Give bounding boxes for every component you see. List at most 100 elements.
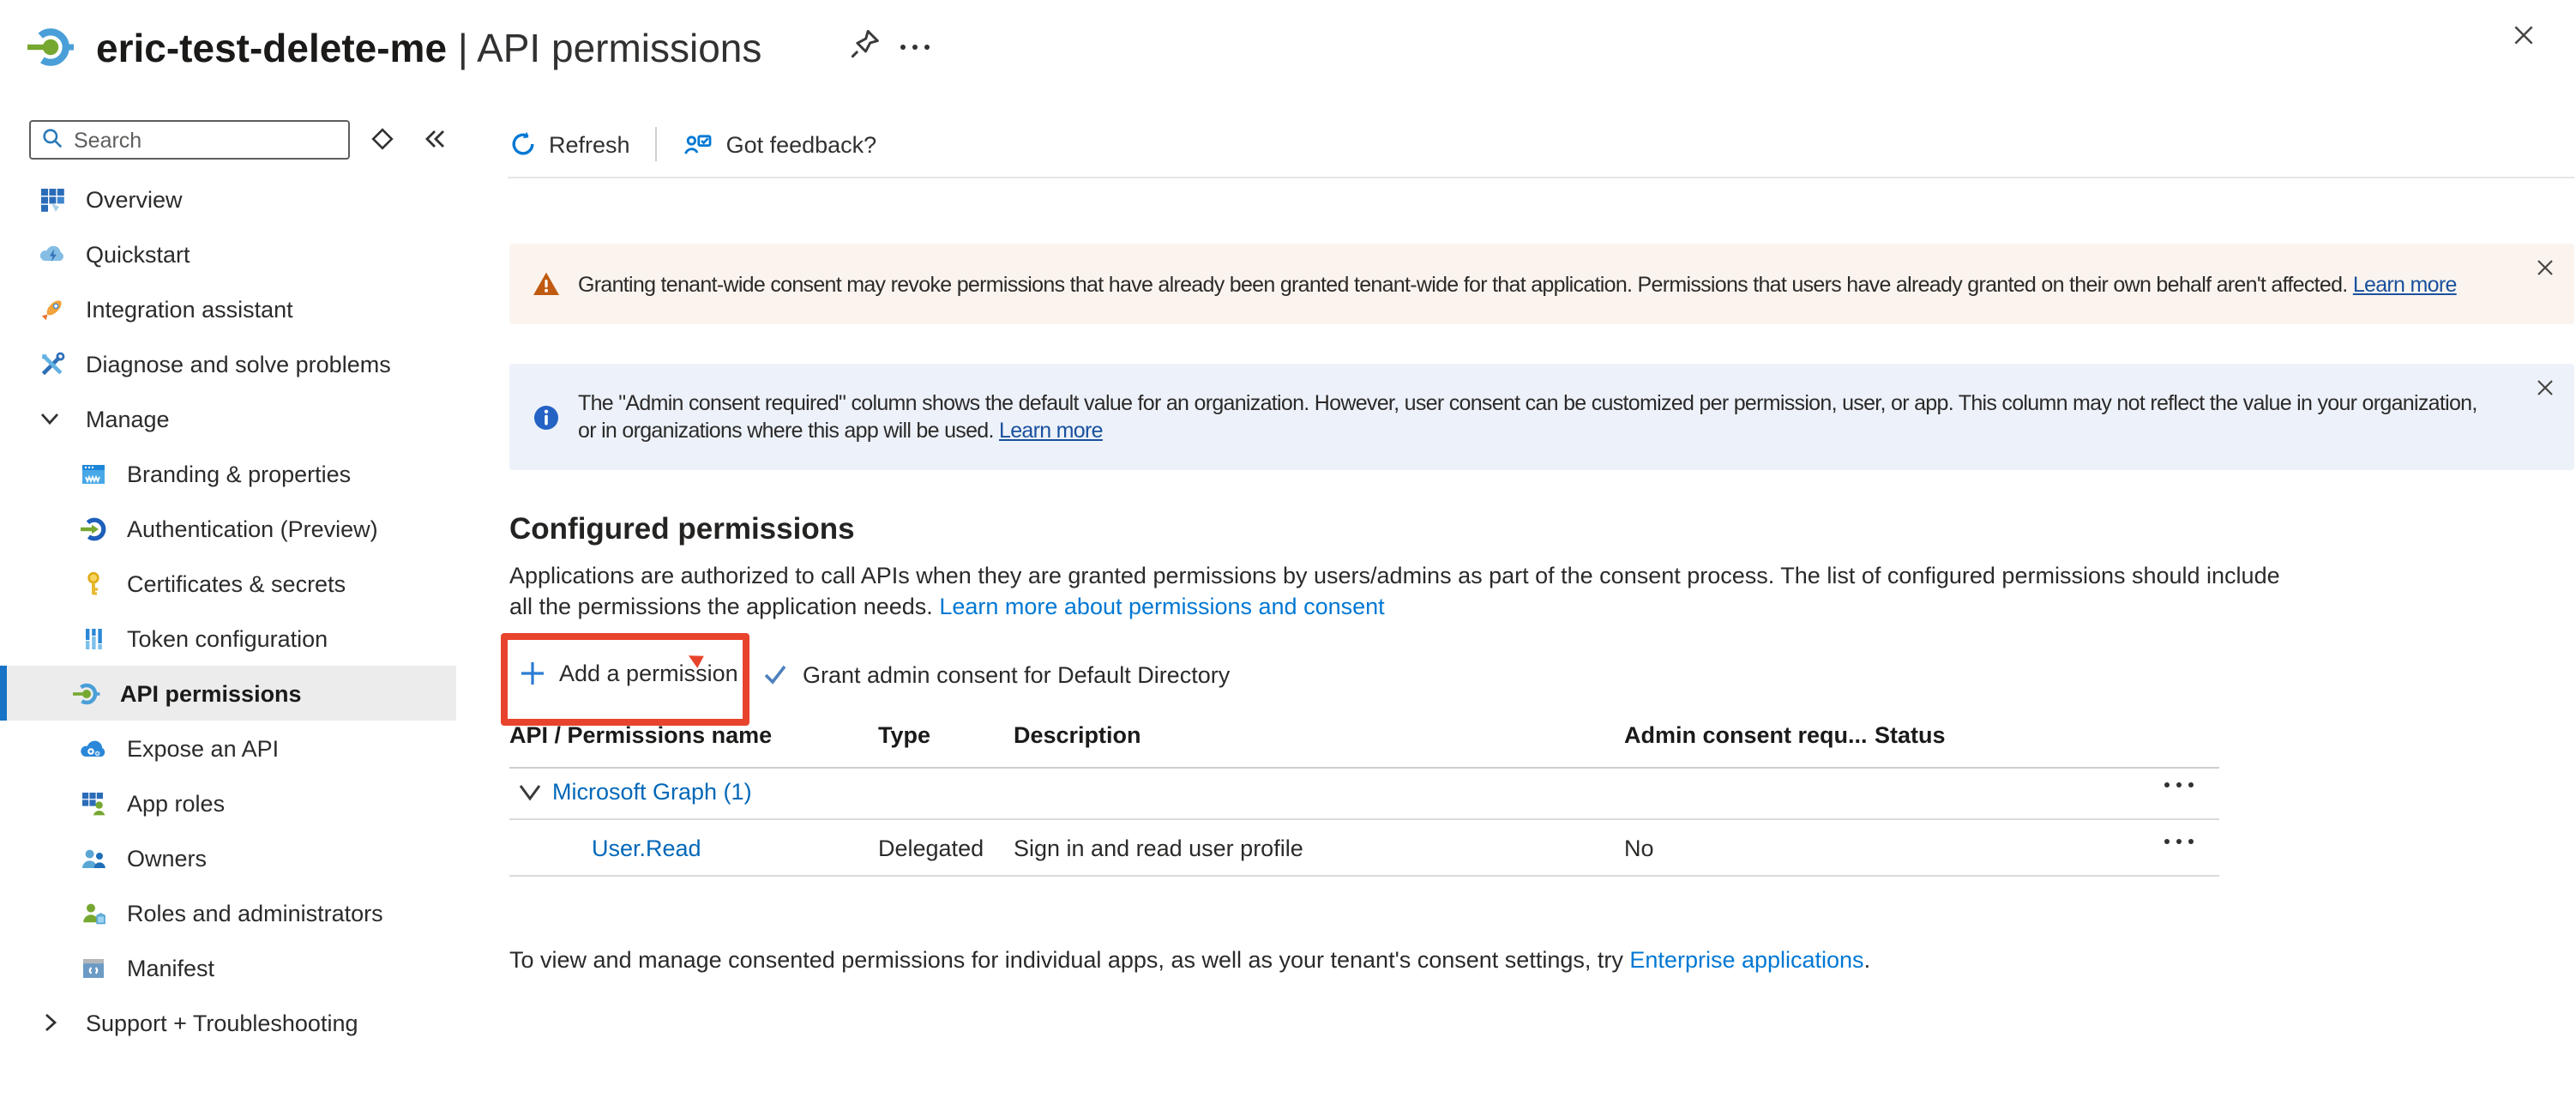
sidebar-item-label: Token configuration <box>127 625 328 651</box>
rocket-icon <box>38 294 67 323</box>
key-icon <box>79 569 108 598</box>
enterprise-applications-link[interactable]: Enterprise applications <box>1629 947 1863 973</box>
feedback-label: Got feedback? <box>726 131 877 157</box>
warning-banner: Granting tenant-wide consent may revoke … <box>509 244 2574 324</box>
section-title: Configured permissions <box>509 511 855 547</box>
cloud-gear-icon <box>79 733 108 763</box>
sidebar-item-app-roles[interactable]: App roles <box>0 775 480 830</box>
api-permissions-app-icon <box>27 24 74 70</box>
toolbar-bottom-divider <box>508 177 2574 178</box>
warning-text: Granting tenant-wide consent may revoke … <box>578 272 2348 296</box>
sidebar-item-integration-assistant[interactable]: Integration assistant <box>0 281 480 336</box>
permission-type-cell: Delegated <box>878 836 984 861</box>
sidebar-item-api-permissions[interactable]: API permissions <box>0 666 456 721</box>
sidebar-item-label: Manifest <box>127 955 214 980</box>
title-separator: | <box>447 26 477 70</box>
sidebar-item-roles-administrators[interactable]: Roles and administrators <box>0 885 480 940</box>
warning-close-icon[interactable] <box>2535 257 2555 278</box>
warning-triangle-icon <box>532 269 561 299</box>
sidebar-item-quickstart[interactable]: Quickstart <box>0 226 480 281</box>
warning-learn-more-link[interactable]: Learn more <box>2353 272 2457 296</box>
sliders-icon <box>79 624 108 653</box>
sidebar-item-label: Authentication (Preview) <box>127 516 378 541</box>
check-icon <box>761 661 789 688</box>
sidebar: Overview Quickstart <box>0 96 480 1098</box>
sidebar-item-label: Branding & properties <box>127 461 351 486</box>
grant-admin-consent-label: Grant admin consent for Default Director… <box>803 661 1230 687</box>
refresh-icon <box>509 130 537 158</box>
grant-admin-consent-button[interactable]: Grant admin consent for Default Director… <box>761 661 1230 688</box>
grid-person-icon <box>79 788 108 817</box>
footer-suffix: . <box>1864 947 1871 973</box>
sidebar-item-token-configuration[interactable]: Token configuration <box>0 611 480 666</box>
sidebar-search <box>29 120 350 160</box>
expand-group-chevron-icon[interactable] <box>518 782 542 803</box>
pin-icon[interactable] <box>847 26 883 62</box>
admin-consent-required-cell: No <box>1624 836 1654 861</box>
footer-note: To view and manage consented permissions… <box>509 947 1870 973</box>
info-banner-text: The "Admin consent required" column show… <box>578 389 2477 444</box>
warning-banner-text: Granting tenant-wide consent may revoke … <box>578 270 2457 298</box>
tools-icon <box>38 349 67 378</box>
sidebar-item-branding-properties[interactable]: Branding & properties <box>0 446 480 501</box>
column-header-type[interactable]: Type <box>878 722 930 748</box>
add-permission-label: Add a permission <box>559 661 738 686</box>
sidebar-item-manifest[interactable]: Manifest <box>0 940 480 995</box>
quickstart-icon <box>38 239 67 268</box>
sidebar-item-authentication[interactable]: Authentication (Preview) <box>0 501 480 556</box>
sidebar-item-label: Expose an API <box>127 735 279 761</box>
feedback-button[interactable]: Got feedback? <box>683 130 877 158</box>
expand-collapse-diamond-icon[interactable] <box>369 125 396 153</box>
group-row-more-options-icon[interactable] <box>2158 775 2200 794</box>
table-bottom-divider <box>509 875 2219 877</box>
sidebar-item-expose-an-api[interactable]: Expose an API <box>0 721 480 775</box>
info-close-icon[interactable] <box>2535 377 2555 398</box>
app-name: eric-test-delete-me <box>96 26 447 70</box>
sidebar-item-owners[interactable]: Owners <box>0 830 480 885</box>
column-header-admin-consent-required[interactable]: Admin consent requ... <box>1624 722 1868 748</box>
add-permission-button[interactable]: Add a permission <box>520 661 738 686</box>
permission-row-more-options-icon[interactable] <box>2158 832 2200 851</box>
sidebar-item-label: Integration assistant <box>86 296 293 322</box>
api-permissions-icon <box>72 679 101 708</box>
info-learn-more-link[interactable]: Learn more <box>999 419 1103 443</box>
browser-www-icon <box>79 459 108 488</box>
sidebar-item-label: API permissions <box>120 680 302 706</box>
page-title: eric-test-delete-me | API permissions <box>96 22 761 74</box>
info-banner: The "Admin consent required" column show… <box>509 364 2574 470</box>
feedback-icon <box>683 130 714 158</box>
sidebar-group-manage[interactable]: Manage <box>0 391 480 446</box>
table-row-divider <box>509 818 2219 820</box>
sidebar-item-label: Certificates & secrets <box>127 570 346 596</box>
close-blade-icon[interactable] <box>2511 22 2537 48</box>
sidebar-item-label: Owners <box>127 845 207 871</box>
info-text-line2: or in organizations where this app will … <box>578 419 994 443</box>
command-bar: Refresh Got feedback? <box>509 125 876 163</box>
people-icon <box>79 843 108 872</box>
sidebar-item-label: Diagnose and solve problems <box>86 351 391 377</box>
permission-name-link[interactable]: User.Read <box>592 836 701 861</box>
more-options-icon[interactable] <box>894 38 936 57</box>
sidebar-item-label: Quickstart <box>86 241 190 267</box>
collapse-menu-icon[interactable] <box>420 125 449 153</box>
column-header-description[interactable]: Description <box>1014 722 1141 748</box>
permissions-consent-link[interactable]: Learn more about permissions and consent <box>939 593 1384 618</box>
column-header-api-permissions-name[interactable]: API / Permissions name <box>509 722 772 748</box>
sidebar-item-label: Overview <box>86 186 183 212</box>
sidebar-nav: Overview Quickstart <box>0 172 480 1050</box>
microsoft-graph-group-link[interactable]: Microsoft Graph (1) <box>552 779 752 805</box>
sidebar-item-certificates-secrets[interactable]: Certificates & secrets <box>0 556 480 611</box>
info-text-line1: The "Admin consent required" column show… <box>578 391 2477 415</box>
sidebar-item-diagnose[interactable]: Diagnose and solve problems <box>0 336 480 391</box>
sidebar-group-support-troubleshooting[interactable]: Support + Troubleshooting <box>0 995 480 1050</box>
sidebar-item-overview[interactable]: Overview <box>0 172 480 226</box>
refresh-button[interactable]: Refresh <box>509 130 630 158</box>
sidebar-item-label: Roles and administrators <box>127 900 383 926</box>
search-input[interactable] <box>29 120 350 160</box>
column-header-status[interactable]: Status <box>1875 722 1946 748</box>
blade-name: API permissions <box>477 26 761 70</box>
refresh-label: Refresh <box>549 131 630 157</box>
section-description-text: Applications are authorized to call APIs… <box>509 563 2280 618</box>
sidebar-item-label: App roles <box>127 790 225 816</box>
footer-text: To view and manage consented permissions… <box>509 947 1623 973</box>
